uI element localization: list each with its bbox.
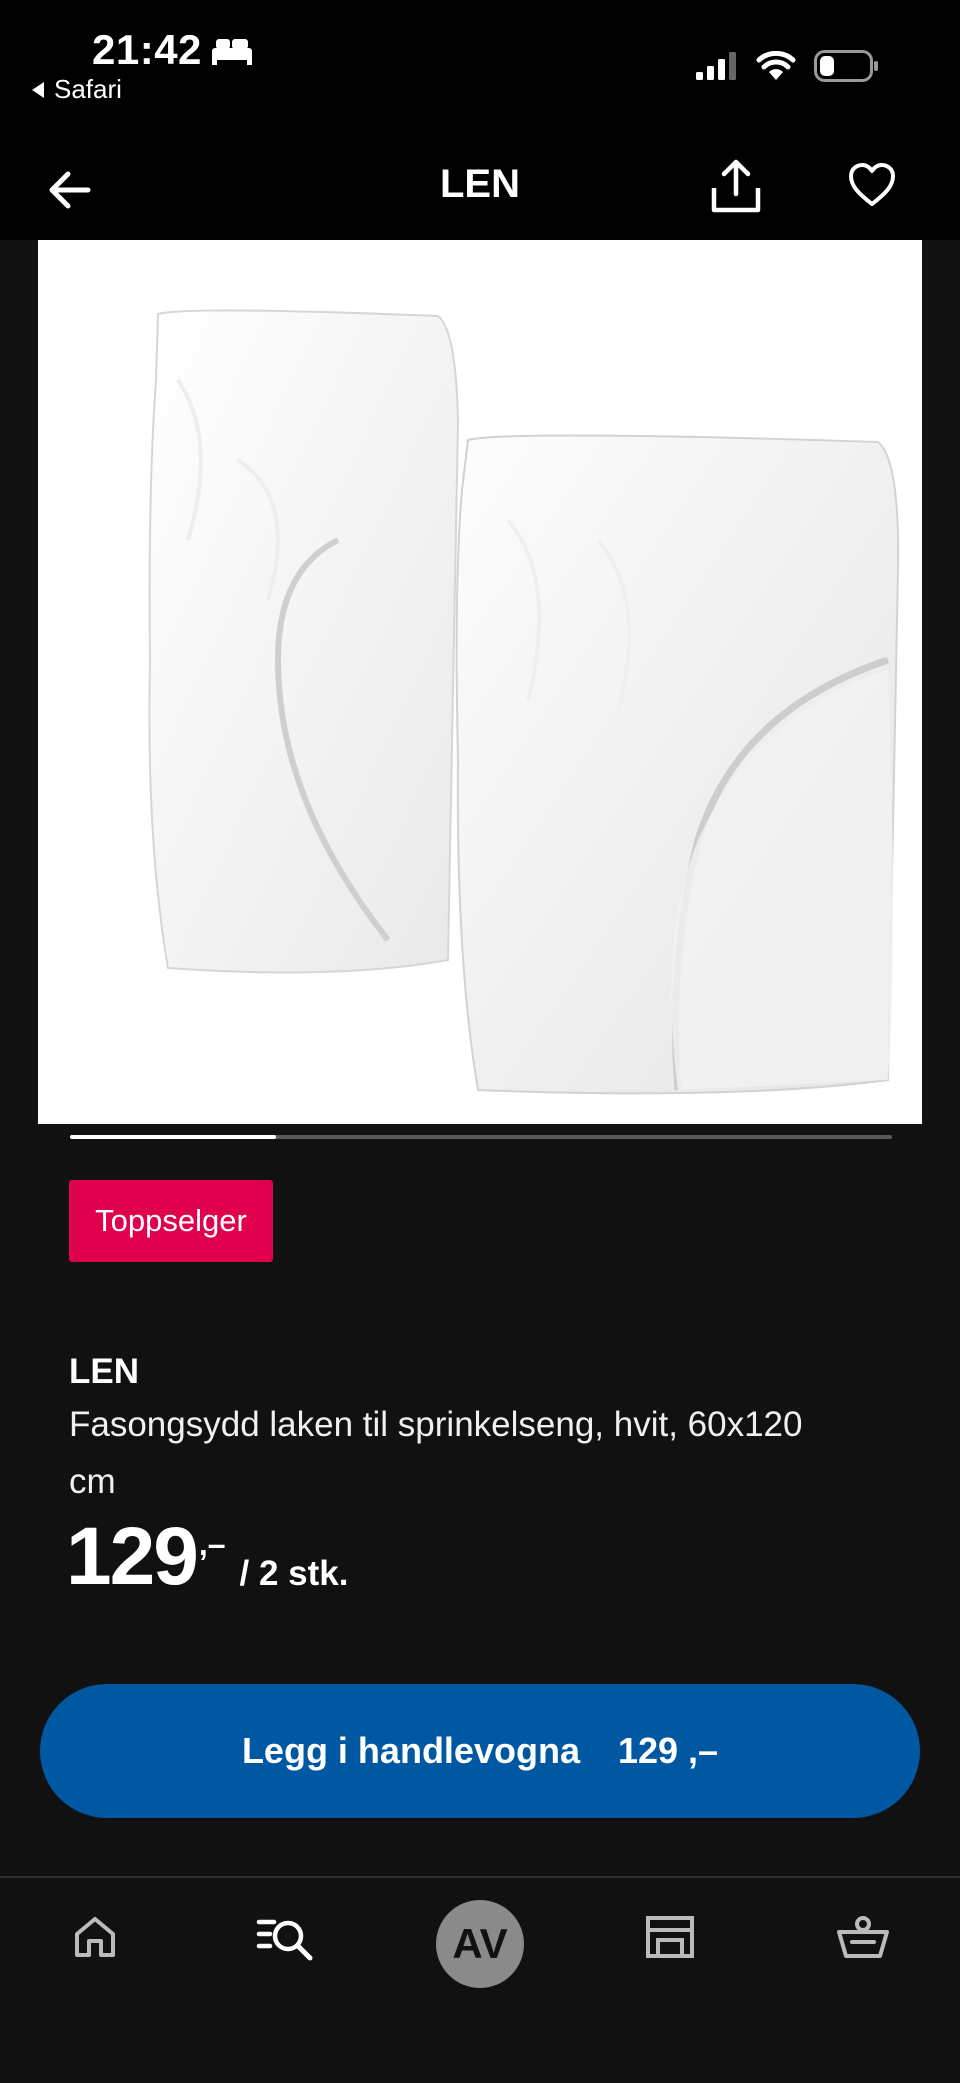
status-indicators [696,50,880,82]
product-description: Fasongsydd laken til sprinkelseng, hvit,… [69,1405,803,1501]
top-seller-badge: Toppselger [69,1180,273,1262]
product-image[interactable] [38,240,922,1124]
tab-search[interactable] [256,1914,316,1964]
carousel-indicator-thumb [70,1135,276,1139]
tab-home[interactable] [72,1914,118,1960]
fitted-sheets-illustration [148,309,900,1095]
tab-store[interactable] [644,1914,696,1960]
price: 129 ,– / 2 stk. [66,1512,348,1602]
avatar[interactable]: AV [436,1900,524,1988]
add-to-cart-label: Legg i handlevogna [241,1730,580,1771]
back-app-label: Safari [54,74,122,104]
add-to-cart-button[interactable]: Legg i handlevogna 129 ,– [40,1684,920,1818]
back-to-app[interactable]: Safari [30,74,122,105]
back-triangle-icon [32,81,44,98]
price-unit: / 2 stk. [239,1554,349,1593]
tab-cart[interactable] [836,1914,890,1960]
heart-icon[interactable] [848,162,896,208]
avatar-initials: AV [452,1920,508,1967]
share-icon[interactable] [708,156,764,216]
page-title: LEN [440,162,520,206]
status-bar: 21:42 Safari [0,0,960,140]
carousel-indicator [70,1135,892,1139]
battery-icon [814,50,878,82]
search-list-icon [256,1919,313,1961]
wifi-icon [756,51,796,80]
price-integer: 129 [66,1511,199,1602]
signal-icon [696,52,736,80]
bed-icon [212,39,252,65]
product-name: LEN [69,1352,139,1391]
home-icon [75,1917,115,1957]
status-time: 21:42 [92,26,202,73]
bottom-tab-bar: AV [0,1876,960,2083]
add-to-cart-price: 129 ,– [617,1730,719,1771]
store-icon [646,1916,694,1958]
price-decimal: ,– [198,1526,226,1562]
basket-icon [837,1916,889,1958]
navigation-bar: LEN [0,140,960,240]
